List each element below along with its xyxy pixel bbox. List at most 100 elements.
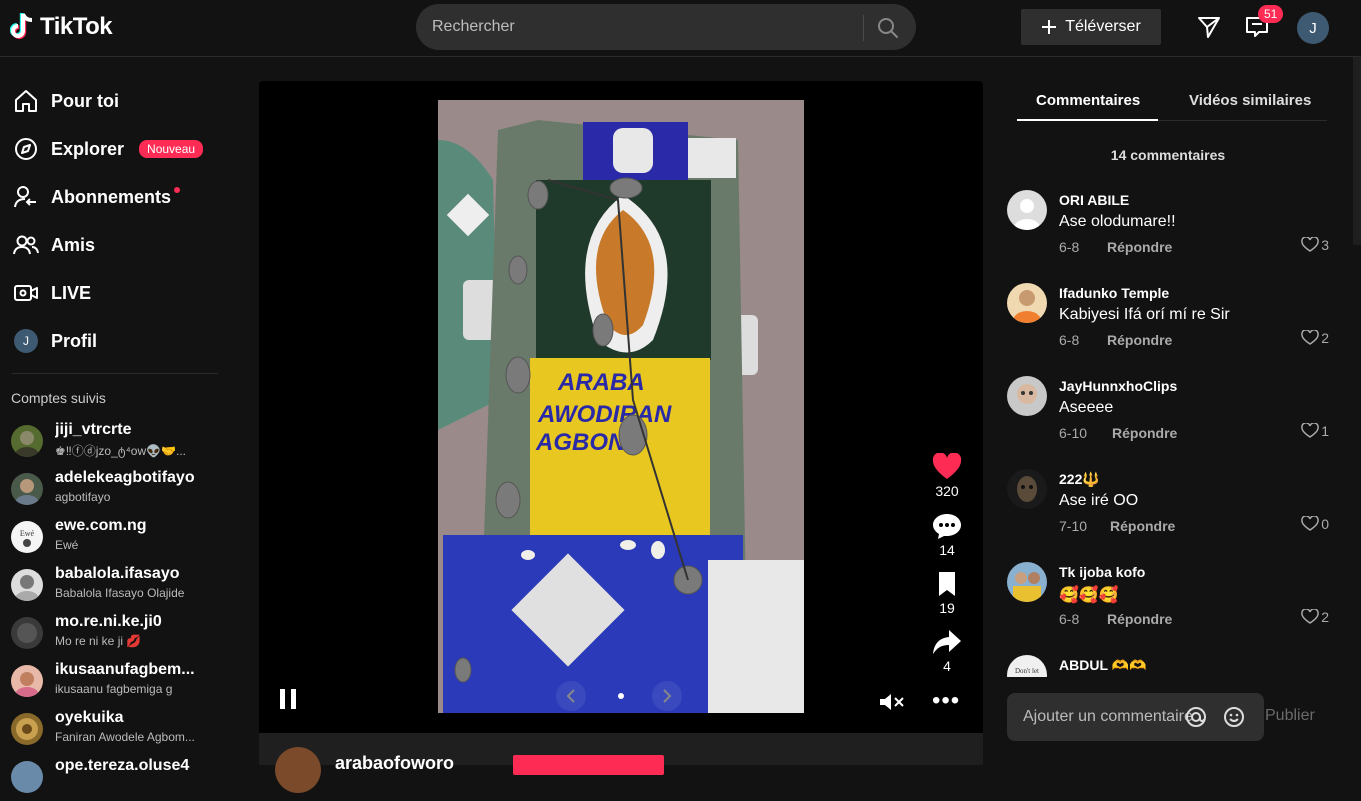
commenter-name[interactable]: JayHunnxhoClips xyxy=(1059,378,1177,394)
search-icon[interactable] xyxy=(875,15,901,41)
account-name: ewe.com.ng xyxy=(55,517,147,534)
nav-live[interactable]: LIVE xyxy=(12,273,91,313)
account-avatar xyxy=(11,713,43,745)
tab-comments[interactable]: Commentaires xyxy=(1036,92,1140,109)
comment-like-button[interactable]: 3 xyxy=(1301,237,1329,253)
commenter-avatar[interactable] xyxy=(1007,283,1047,323)
comment-icon xyxy=(933,514,961,539)
commenter-avatar[interactable] xyxy=(1007,469,1047,509)
nav-explore[interactable]: Explorer Nouveau xyxy=(12,129,204,169)
account-avatar xyxy=(11,761,43,793)
emoji-icon[interactable] xyxy=(1223,706,1245,728)
comment-like-count: 2 xyxy=(1321,330,1329,346)
commenter-name[interactable]: Ifadunko Temple xyxy=(1059,285,1169,301)
mention-icon[interactable] xyxy=(1185,706,1207,728)
plus-icon xyxy=(1042,20,1057,34)
followed-account[interactable]: babalola.ifasayo Babalola Ifasayo Olajid… xyxy=(11,565,231,609)
author-avatar[interactable] xyxy=(275,747,321,793)
carousel-prev-icon[interactable] xyxy=(556,681,586,711)
followed-account[interactable]: oyekuika Faniran Awodele Agbom... xyxy=(11,709,231,753)
following-accounts-title: Comptes suivis xyxy=(11,390,106,406)
tab-similar-videos[interactable]: Vidéos similaires xyxy=(1189,92,1311,109)
account-subtitle: Faniran Awodele Agbom... xyxy=(55,730,195,744)
video-player[interactable]: ARABA AWODIRAN AGBONA 320 14 19 4 ••• xyxy=(259,81,983,733)
tiktok-logo[interactable]: TikTok xyxy=(10,12,113,42)
account-name: ope.tereza.oluse4 xyxy=(55,757,190,774)
account-name: jiji_vtrcrte xyxy=(55,421,132,438)
bookmark-button[interactable]: 19 xyxy=(927,570,967,616)
account-subtitle: Babalola Ifasayo Olajide xyxy=(55,586,185,600)
comment-like-count: 3 xyxy=(1321,237,1329,253)
comment-date: 6-8 xyxy=(1059,239,1080,255)
followed-account[interactable]: ope.tereza.oluse4 xyxy=(11,757,231,801)
commenter-name[interactable]: Tk ijoba kofo xyxy=(1059,564,1145,580)
followed-account[interactable]: jiji_vtrcrte ♚‼ⓕⓓjzo_ტ⁴ᴏᴡ👽🤝... xyxy=(11,421,231,465)
commenter-name[interactable]: 222🔱 xyxy=(1059,471,1100,488)
comment-date: 6-10 xyxy=(1059,425,1088,441)
publish-button[interactable]: Publier xyxy=(1265,707,1315,725)
carousel-next-icon[interactable] xyxy=(652,681,682,711)
upload-label: Téléverser xyxy=(1065,18,1141,35)
comment-like-button[interactable]: 1 xyxy=(1301,423,1329,439)
bookmark-count: 19 xyxy=(939,600,955,616)
nav-profile[interactable]: J Profil xyxy=(12,321,97,361)
following-icon xyxy=(14,186,36,208)
video-frame[interactable]: ARABA AWODIRAN AGBONA xyxy=(438,100,804,713)
reply-button[interactable]: Répondre xyxy=(1110,518,1175,534)
commenter-name[interactable]: ABDUL 🫶🫶 xyxy=(1059,657,1147,674)
share-button[interactable]: 4 xyxy=(927,628,967,674)
followed-account[interactable]: adelekeagbotifayo agbotifayo xyxy=(11,469,231,513)
send-icon[interactable] xyxy=(1196,14,1222,40)
followed-account[interactable]: mo.re.ni.ke.ji0 Mo re ni ke ji 💋 xyxy=(11,613,231,657)
nav-following[interactable]: Abonnements xyxy=(12,177,181,217)
more-options-icon[interactable]: ••• xyxy=(932,689,960,713)
account-avatar xyxy=(11,665,43,697)
friends-icon xyxy=(13,235,39,255)
like-button[interactable]: 320 xyxy=(927,453,967,499)
comment-item: Don't let ABDUL 🫶🫶 xyxy=(1007,655,1337,677)
reply-button[interactable]: Répondre xyxy=(1107,332,1172,348)
comment-like-button[interactable]: 2 xyxy=(1301,330,1329,346)
nav-label: Explorer xyxy=(51,138,125,159)
reply-button[interactable]: Répondre xyxy=(1107,239,1172,255)
commenter-name[interactable]: ORI ABILE xyxy=(1059,192,1129,208)
follow-button[interactable] xyxy=(513,755,664,775)
followed-account[interactable]: Ewé ewe.com.ng Ewé xyxy=(11,517,231,561)
account-name: ikusaanufagbem... xyxy=(55,661,195,678)
active-tab-indicator xyxy=(1017,119,1158,121)
svg-text:Don't let: Don't let xyxy=(1015,667,1039,675)
muted-volume-icon[interactable] xyxy=(879,692,905,712)
author-name[interactable]: arabaofoworo xyxy=(335,753,454,774)
comment-button[interactable]: 14 xyxy=(927,512,967,558)
user-avatar[interactable]: J xyxy=(1297,12,1329,44)
reply-button[interactable]: Répondre xyxy=(1107,611,1172,627)
comment-like-button[interactable]: 2 xyxy=(1301,609,1329,625)
scrollbar[interactable] xyxy=(1353,57,1361,245)
account-subtitle: ♚‼ⓕⓓjzo_ტ⁴ᴏᴡ👽🤝... xyxy=(55,444,187,458)
reply-button[interactable]: Répondre xyxy=(1112,425,1177,441)
svg-text:Ewé: Ewé xyxy=(20,529,35,538)
search-input[interactable] xyxy=(432,4,862,50)
nav-label: Abonnements xyxy=(51,186,172,207)
heart-outline-icon xyxy=(1301,423,1320,438)
commenter-avatar[interactable]: Don't let xyxy=(1007,655,1047,677)
image-carousel-controls xyxy=(554,681,689,711)
notification-dot xyxy=(174,187,181,193)
pause-icon[interactable] xyxy=(279,689,297,709)
comment-like-button[interactable]: 0 xyxy=(1301,516,1329,532)
comment-input[interactable] xyxy=(1023,693,1193,741)
comment-text: Kabiyesi Ifá orí mí re Sir xyxy=(1059,306,1230,323)
nav-friends[interactable]: Amis xyxy=(12,225,95,265)
comment-text: Aseeee xyxy=(1059,399,1114,416)
followed-account[interactable]: ikusaanufagbem... ikusaanu fagbemiga g xyxy=(11,661,231,705)
upload-button[interactable]: Téléverser xyxy=(1021,9,1161,45)
account-avatar xyxy=(11,473,43,505)
heart-outline-icon xyxy=(1301,237,1320,252)
commenter-avatar[interactable] xyxy=(1007,376,1047,416)
nav-label: LIVE xyxy=(51,282,92,303)
nav-for-you[interactable]: Pour toi xyxy=(12,81,119,121)
commenter-avatar[interactable] xyxy=(1007,190,1047,230)
comment-item: ORI ABILE Ase olodumare!! 6-8 Répondre 3 xyxy=(1007,190,1337,270)
side-navigation: Pour toi Explorer Nouveau Abonnements Am… xyxy=(0,57,240,793)
commenter-avatar[interactable] xyxy=(1007,562,1047,602)
